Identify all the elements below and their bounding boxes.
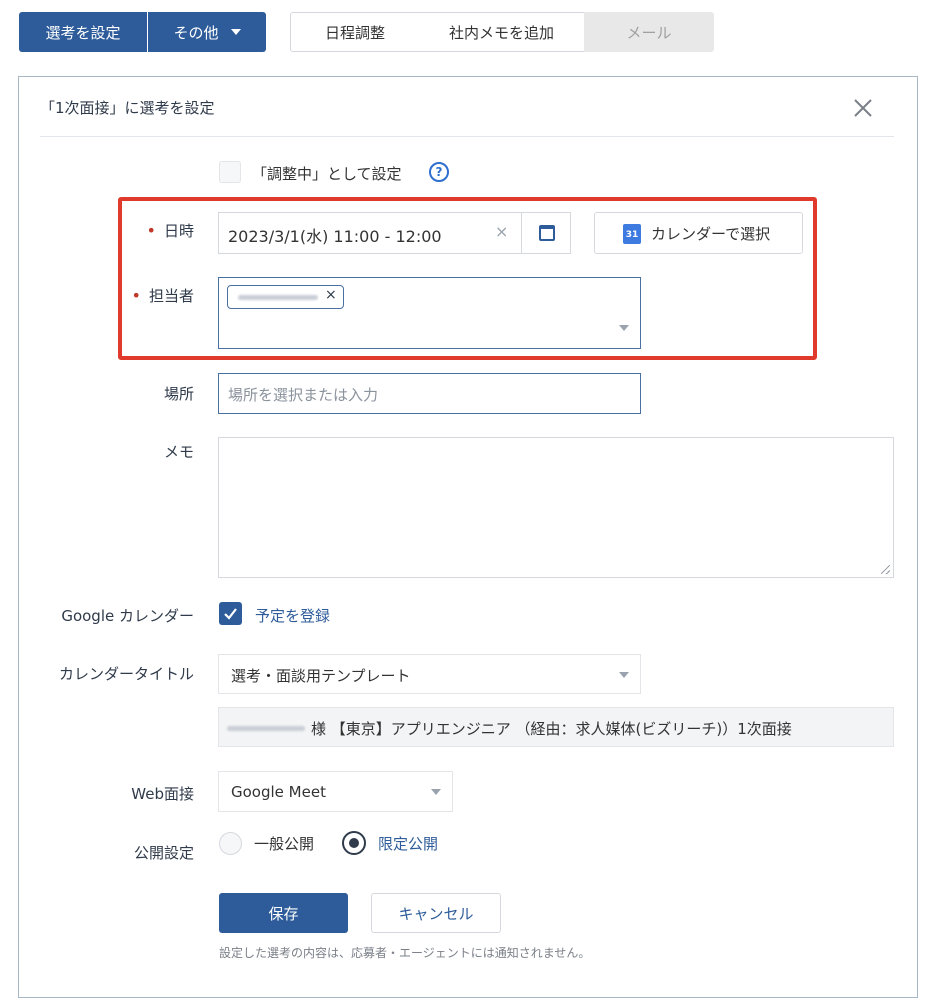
chevron-down-icon	[619, 672, 629, 678]
google-calendar-label: Google カレンダー	[61, 607, 194, 625]
web-interview-value: Google Meet	[231, 783, 326, 801]
adjusting-checkbox[interactable]	[219, 161, 241, 183]
resize-handle-icon[interactable]	[881, 565, 890, 574]
calendar-title-select-value: 選考・面談用テンプレート	[231, 667, 411, 685]
chevron-down-icon	[230, 29, 241, 35]
calendar-title-preview-text: 様 【東京】アプリエンジニア （経由：求人媒体(ビズリーチ)）1次面接	[311, 720, 792, 738]
help-icon[interactable]: ?	[429, 162, 449, 182]
calendar-icon[interactable]	[539, 225, 555, 241]
radio-limited-label: 限定公開	[378, 835, 439, 853]
visibility-label: 公開設定	[133, 844, 194, 862]
register-event-checkbox[interactable]	[219, 602, 242, 625]
web-interview-label: Web面接	[131, 785, 194, 803]
save-button[interactable]: 保存	[219, 893, 348, 933]
location-placeholder: 場所を選択または入力	[228, 386, 379, 404]
radio-limited-dot	[349, 838, 359, 848]
tab-mail-label: メール	[626, 23, 672, 42]
datetime-divider	[521, 213, 522, 253]
datetime-label: • 日時	[130, 220, 194, 241]
calendar-title-label: カレンダータイトル	[58, 665, 194, 683]
location-input[interactable]: 場所を選択または入力	[218, 373, 641, 414]
save-label: 保存	[268, 904, 299, 923]
chevron-down-icon	[619, 325, 629, 331]
chevron-down-icon	[431, 789, 441, 795]
calendar-title-select[interactable]: 選考・面談用テンプレート	[218, 654, 641, 694]
required-dot: •	[131, 286, 141, 305]
checkmark-icon	[224, 608, 237, 620]
radio-public-label: 一般公開	[254, 835, 315, 853]
calendar-icon-day: 31	[625, 230, 639, 240]
dialog-title: 「1次面接」に選考を設定	[40, 99, 215, 117]
tab-add-memo-label: 社内メモを追加	[448, 23, 554, 42]
memo-label: メモ	[163, 443, 194, 461]
tab-mail: メール	[584, 12, 714, 52]
web-interview-select[interactable]: Google Meet	[218, 771, 453, 812]
set-selection-button[interactable]: 選考を設定	[19, 12, 147, 52]
footnote: 設定した選考の内容は、応募者・エージェントには通知されません。	[219, 946, 591, 960]
assignee-tag[interactable]: ×	[227, 285, 344, 309]
datetime-label-text: 日時	[163, 222, 194, 240]
assignee-label-text: 担当者	[148, 287, 194, 305]
required-dot: •	[146, 221, 156, 240]
assignee-select[interactable]: ×	[218, 277, 641, 349]
cancel-label: キャンセル	[398, 904, 474, 923]
radio-limited[interactable]	[342, 831, 366, 855]
tab-schedule[interactable]: 日程調整	[290, 12, 420, 52]
adjusting-label: 「調整中」として設定	[252, 165, 402, 183]
title-divider	[40, 136, 894, 137]
more-label: その他	[173, 23, 219, 42]
google-calendar-icon: 31	[623, 224, 641, 244]
applicant-name-blurred	[227, 726, 305, 731]
assignee-name-blurred	[238, 295, 318, 300]
close-icon[interactable]	[850, 95, 876, 121]
radio-public[interactable]	[219, 832, 242, 855]
datetime-value: 2023/3/1(水) 11:00 - 12:00	[228, 227, 442, 246]
location-label: 場所	[163, 385, 194, 403]
datetime-field[interactable]: 2023/3/1(水) 11:00 - 12:00 ×	[218, 212, 571, 254]
tab-add-memo[interactable]: 社内メモを追加	[419, 12, 585, 52]
calendar-title-preview: 様 【東京】アプリエンジニア （経由：求人媒体(ビズリーチ)）1次面接	[218, 707, 894, 747]
memo-textarea[interactable]	[218, 437, 894, 578]
more-dropdown-button[interactable]: その他	[148, 12, 266, 52]
calendar-select-label: カレンダーで選択	[651, 225, 771, 243]
remove-assignee-icon[interactable]: ×	[325, 287, 337, 303]
tab-schedule-label: 日程調整	[324, 23, 385, 42]
cancel-button[interactable]: キャンセル	[371, 893, 501, 933]
assignee-label: • 担当者	[120, 285, 194, 306]
register-event-label[interactable]: 予定を登録	[255, 605, 330, 626]
clear-datetime-icon[interactable]: ×	[495, 222, 508, 241]
calendar-select-button[interactable]: 31 カレンダーで選択	[594, 212, 803, 254]
set-selection-label: 選考を設定	[45, 23, 121, 42]
